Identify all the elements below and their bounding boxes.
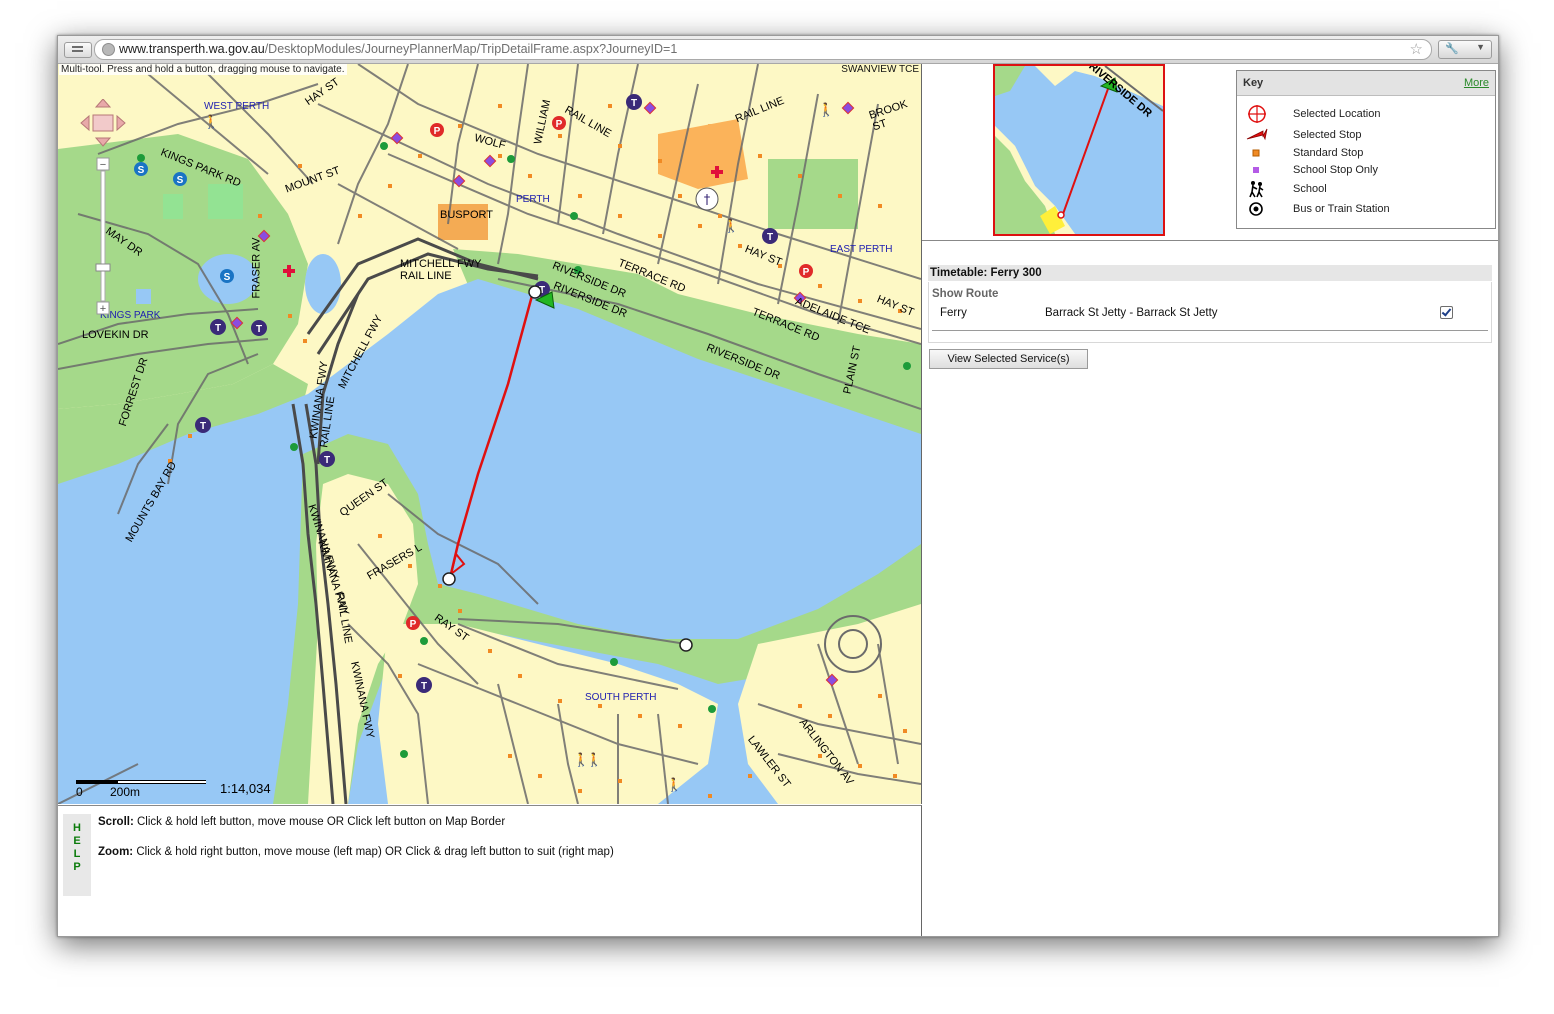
scale-ratio: 1:14,034 — [220, 781, 271, 796]
help-letter: P — [73, 861, 81, 873]
address-bar[interactable]: www.transperth.wa.gov.au/DesktopModules/… — [94, 39, 1432, 60]
key-more-link[interactable]: More — [1464, 77, 1489, 89]
browser-toolbar: www.transperth.wa.gov.au/DesktopModules/… — [58, 36, 1498, 64]
chevron-down-icon: ▼ — [1476, 42, 1485, 52]
main-map[interactable]: TTTT TTTT SSS PPPP † 🚶 🚶 🚶 🚶 🚶 🚶 HAY ST … — [58, 64, 922, 804]
key-item: School — [1237, 180, 1493, 198]
svg-text:T: T — [767, 232, 773, 243]
key-header: Key More — [1237, 71, 1495, 96]
help-panel: H E L P Scroll: Click & hold left button… — [58, 805, 922, 936]
children-icon — [1249, 181, 1264, 198]
svg-text:T: T — [421, 681, 427, 692]
map-key: Key More Selected Location Selected Stop… — [1236, 70, 1496, 229]
purple-square-icon — [1253, 167, 1259, 173]
view-selected-services-button[interactable]: View Selected Service(s) — [929, 349, 1088, 369]
key-item-label: Selected Location — [1293, 108, 1381, 120]
help-scroll-line: Scroll: Click & hold left button, move m… — [98, 816, 505, 828]
svg-text:🚶: 🚶 — [666, 777, 682, 793]
crosshair-icon — [1248, 105, 1266, 123]
svg-text:T: T — [256, 324, 262, 335]
key-item-label: Bus or Train Station — [1293, 203, 1390, 215]
url-host: www.transperth.wa.gov.au — [119, 42, 265, 56]
key-item-label: School Stop Only — [1293, 164, 1378, 176]
pan-left-button[interactable] — [80, 114, 90, 132]
map-nav-control[interactable]: − + — [78, 99, 128, 329]
svg-text:P: P — [434, 126, 441, 137]
right-pane: RIVERSIDE DR Key More Selected Location … — [922, 64, 1498, 936]
help-letter: L — [73, 848, 81, 860]
key-item-label: Standard Stop — [1293, 147, 1364, 159]
zoom-slider-track[interactable] — [100, 170, 106, 302]
browser-window: www.transperth.wa.gov.au/DesktopModules/… — [57, 35, 1499, 937]
key-item-label: School — [1293, 183, 1327, 195]
map-corner-label: SWANVIEW TCE — [841, 64, 919, 75]
svg-text:S: S — [177, 175, 184, 186]
map-hint: Multi-tool. Press and hold a button, dra… — [59, 64, 347, 75]
scale-distance: 200m — [110, 785, 141, 799]
key-item-label: Selected Stop — [1293, 129, 1362, 141]
svg-text:†: † — [704, 193, 711, 208]
key-item: Bus or Train Station — [1237, 200, 1493, 218]
help-letter: H — [73, 822, 81, 834]
svg-text:T: T — [324, 455, 330, 466]
help-scroll-text: Click & hold left button, move mouse OR … — [133, 816, 506, 828]
wrench-icon: 🔧 — [1445, 43, 1459, 55]
svg-text:🚶: 🚶 — [818, 102, 834, 118]
key-item: Standard Stop — [1237, 144, 1493, 162]
globe-icon — [102, 43, 115, 56]
svg-text:P: P — [803, 267, 810, 278]
key-item: School Stop Only — [1237, 161, 1493, 179]
target-icon — [1249, 202, 1263, 216]
locator-map[interactable]: RIVERSIDE DR — [993, 64, 1165, 236]
help-scroll-label: Scroll: — [98, 816, 134, 828]
key-item: Selected Location — [1237, 105, 1493, 123]
svg-text:P: P — [410, 619, 417, 630]
url-path: /DesktopModules/JourneyPlannerMap/TripDe… — [264, 42, 678, 56]
svg-text:S: S — [224, 272, 231, 283]
svg-text:P: P — [556, 119, 563, 130]
help-letter: E — [73, 835, 81, 847]
service-checkbox[interactable] — [1440, 306, 1453, 319]
svg-text:T: T — [215, 323, 221, 334]
sidebar-toggle-button[interactable] — [64, 42, 92, 58]
red-arrow-icon — [1246, 128, 1268, 141]
service-type: Ferry — [940, 307, 967, 319]
svg-text:🚶: 🚶 — [586, 752, 602, 768]
service-name: Barrack St Jetty - Barrack St Jetty — [1045, 307, 1218, 319]
timetable-box: Show Route Ferry Barrack St Jetty - Barr… — [928, 282, 1492, 343]
bookmark-star-icon[interactable]: ☆ — [1410, 40, 1423, 58]
pan-down-button[interactable] — [94, 137, 112, 147]
show-route-label: Show Route — [932, 288, 999, 300]
help-tab[interactable]: H E L P — [63, 814, 91, 896]
svg-text:S: S — [138, 165, 145, 176]
svg-text:−: − — [100, 159, 106, 171]
scale-bar — [76, 780, 206, 788]
map-canvas[interactable]: TTTT TTTT SSS PPPP † 🚶🚶🚶 🚶🚶🚶 — [58, 64, 921, 804]
pane-divider — [922, 240, 1498, 241]
pan-up-button[interactable] — [94, 99, 112, 108]
timetable-separator — [932, 330, 1488, 331]
orange-square-icon — [1252, 149, 1260, 157]
timetable-heading: Timetable: Ferry 300 — [928, 265, 1492, 281]
svg-text:🚶: 🚶 — [203, 114, 219, 130]
help-zoom-text: Click & hold right button, move mouse (l… — [133, 846, 614, 858]
url-text: www.transperth.wa.gov.au/DesktopModules/… — [119, 42, 677, 56]
key-item: Selected Stop — [1237, 126, 1493, 144]
locator-canvas[interactable] — [995, 66, 1163, 234]
key-title: Key — [1243, 77, 1264, 89]
svg-text:T: T — [200, 421, 206, 432]
help-zoom-label: Zoom: — [98, 846, 134, 858]
svg-text:+: + — [100, 303, 106, 315]
settings-menu-button[interactable]: 🔧 ▼ — [1438, 40, 1492, 59]
timetable-title: Timetable: Ferry 300 — [930, 267, 1042, 279]
svg-text:T: T — [631, 98, 637, 109]
svg-text:🚶: 🚶 — [723, 218, 739, 234]
zoom-slider-handle[interactable] — [95, 263, 111, 272]
help-zoom-line: Zoom: Click & hold right button, move mo… — [98, 846, 614, 858]
scale-zero: 0 — [76, 785, 83, 799]
pan-right-button[interactable] — [116, 114, 126, 132]
